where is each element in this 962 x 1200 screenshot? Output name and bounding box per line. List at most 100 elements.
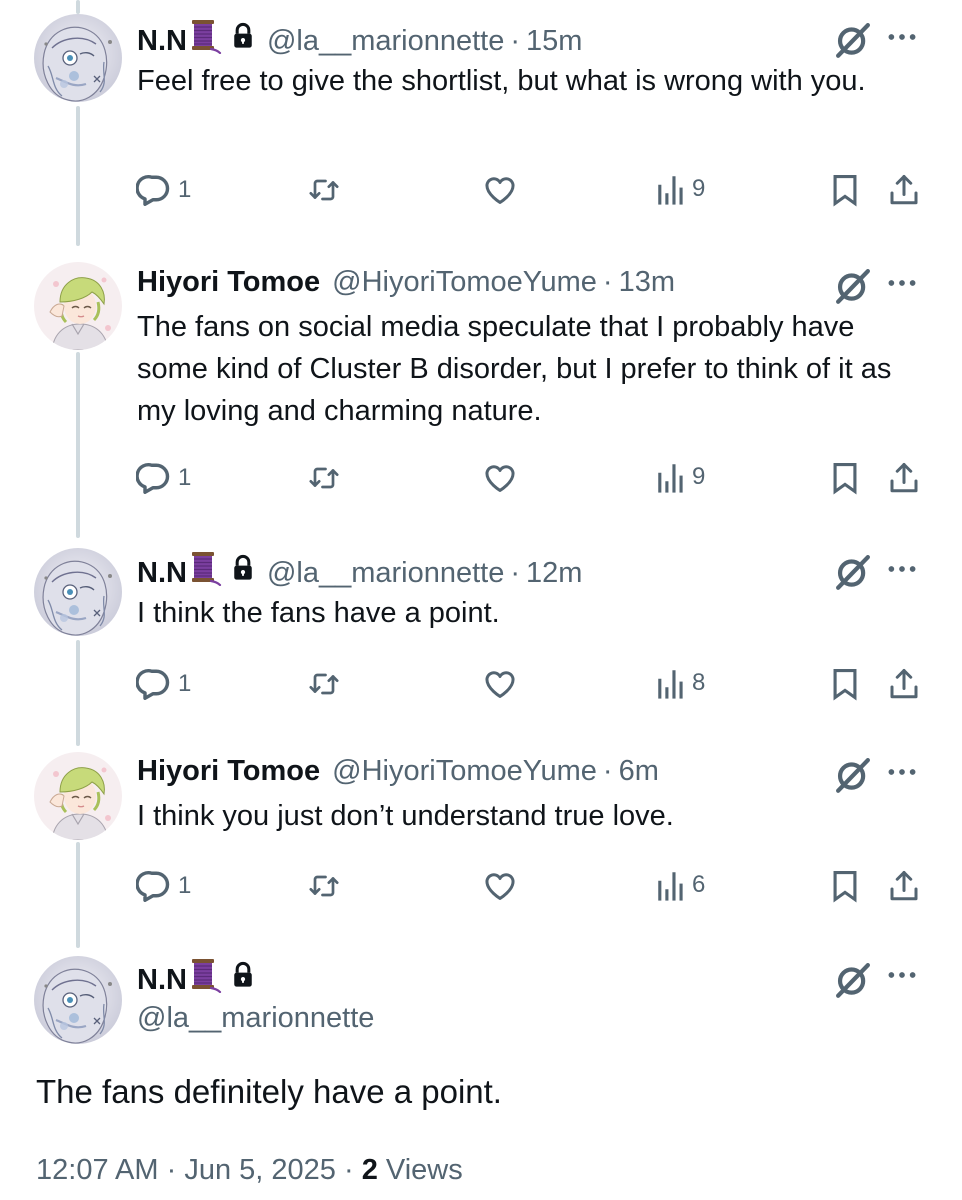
views-button[interactable]: 8 bbox=[656, 666, 705, 700]
retweet-button[interactable] bbox=[306, 172, 342, 208]
thread-connector bbox=[76, 352, 80, 538]
user-handle[interactable]: @HiyoriTomoeYume bbox=[332, 264, 597, 300]
display-name[interactable]: N.N bbox=[137, 962, 187, 998]
tweet-actions: 1 6 bbox=[136, 868, 926, 908]
views-button[interactable]: 6 bbox=[656, 868, 705, 902]
lock-icon bbox=[231, 22, 255, 59]
separator: · bbox=[510, 24, 521, 57]
avatar[interactable] bbox=[34, 956, 122, 1044]
bookmark-icon bbox=[828, 868, 862, 904]
heart-icon bbox=[482, 460, 518, 496]
share-button[interactable] bbox=[886, 460, 922, 496]
like-button[interactable] bbox=[482, 460, 518, 496]
thread-connector bbox=[76, 106, 80, 246]
share-icon bbox=[886, 868, 922, 904]
views-button[interactable]: 9 bbox=[656, 460, 705, 494]
display-name[interactable]: Hiyori Tomoe bbox=[137, 264, 320, 300]
views-count: 8 bbox=[692, 669, 706, 696]
lock-icon bbox=[231, 961, 255, 998]
reply-icon bbox=[136, 172, 172, 208]
avatar[interactable] bbox=[34, 752, 122, 840]
grok-icon[interactable] bbox=[832, 958, 874, 1007]
views-button[interactable]: 9 bbox=[656, 172, 705, 206]
user-handle[interactable]: @la__marionnette bbox=[267, 555, 504, 591]
views-icon bbox=[656, 666, 686, 700]
views-label: Views bbox=[385, 1154, 463, 1186]
tweet-author: N.N bbox=[137, 957, 255, 1002]
views-icon bbox=[656, 172, 686, 206]
retweet-button[interactable] bbox=[306, 460, 342, 496]
avatar[interactable] bbox=[34, 262, 122, 350]
user-handle[interactable]: @la__marionnette bbox=[137, 1000, 374, 1036]
tweet-text: I think the fans have a point. bbox=[137, 597, 500, 629]
tweet-header: N.N @la__marionnette · 12m bbox=[137, 550, 582, 595]
thread-connector bbox=[76, 0, 80, 14]
more-icon[interactable] bbox=[885, 958, 919, 997]
display-name[interactable]: Hiyori Tomoe bbox=[137, 753, 320, 789]
share-button[interactable] bbox=[886, 172, 922, 208]
retweet-icon bbox=[306, 172, 342, 208]
tweet-header: N.N @la__marionnette · 15m bbox=[137, 18, 582, 63]
thread-connector bbox=[76, 842, 80, 948]
more-icon[interactable] bbox=[885, 20, 919, 59]
share-icon bbox=[886, 172, 922, 208]
more-icon[interactable] bbox=[885, 552, 919, 591]
avatar[interactable] bbox=[34, 548, 122, 636]
like-button[interactable] bbox=[482, 666, 518, 702]
share-icon bbox=[886, 460, 922, 496]
bookmark-icon bbox=[828, 666, 862, 702]
avatar[interactable] bbox=[34, 14, 122, 102]
thread-spool-emoji bbox=[189, 18, 223, 63]
retweet-button[interactable] bbox=[306, 868, 342, 904]
heart-icon bbox=[482, 666, 518, 702]
share-icon bbox=[886, 666, 922, 702]
tweet-text: I think you just don’t understand true l… bbox=[137, 800, 674, 832]
views-count: 2 bbox=[361, 1154, 378, 1186]
user-handle[interactable]: @HiyoriTomoeYume bbox=[332, 753, 597, 789]
tweet-date[interactable]: Jun 5, 2025 bbox=[184, 1154, 336, 1186]
tweet-actions: 1 8 bbox=[136, 666, 926, 706]
tweet-time[interactable]: 15m bbox=[526, 23, 582, 59]
views-count: 9 bbox=[692, 175, 706, 202]
tweet-time[interactable]: 13m bbox=[619, 264, 675, 300]
share-button[interactable] bbox=[886, 868, 922, 904]
reply-icon bbox=[136, 868, 172, 904]
display-name[interactable]: N.N bbox=[137, 555, 187, 591]
reply-button[interactable]: 1 bbox=[136, 666, 191, 702]
thread-spool-emoji bbox=[189, 957, 223, 1002]
bookmark-button[interactable] bbox=[828, 868, 862, 904]
separator: · bbox=[602, 266, 613, 298]
tweet-actions: 1 9 bbox=[136, 460, 926, 500]
views-count: 6 bbox=[692, 871, 706, 898]
tweet-text: Feel free to give the shortlist, but wha… bbox=[137, 65, 866, 97]
retweet-icon bbox=[306, 666, 342, 702]
views-icon bbox=[656, 868, 686, 902]
display-name[interactable]: N.N bbox=[137, 23, 187, 59]
bookmark-button[interactable] bbox=[828, 172, 862, 208]
bookmark-icon bbox=[828, 172, 862, 208]
retweet-icon bbox=[306, 868, 342, 904]
reply-icon bbox=[136, 460, 172, 496]
reply-button[interactable]: 1 bbox=[136, 868, 191, 904]
tweet-actions: 1 9 bbox=[136, 172, 926, 212]
tweet-text: The fans on social media speculate that … bbox=[137, 311, 892, 427]
bookmark-button[interactable] bbox=[828, 460, 862, 496]
separator: · bbox=[343, 1154, 354, 1186]
more-icon[interactable] bbox=[885, 266, 919, 305]
retweet-icon bbox=[306, 460, 342, 496]
retweet-button[interactable] bbox=[306, 666, 342, 702]
reply-button[interactable]: 1 bbox=[136, 172, 191, 208]
user-handle[interactable]: @la__marionnette bbox=[267, 23, 504, 59]
share-button[interactable] bbox=[886, 666, 922, 702]
like-button[interactable] bbox=[482, 172, 518, 208]
tweet-time[interactable]: 6m bbox=[619, 753, 659, 789]
like-button[interactable] bbox=[482, 868, 518, 904]
reply-button[interactable]: 1 bbox=[136, 460, 191, 496]
more-icon[interactable] bbox=[885, 755, 919, 794]
tweet-time[interactable]: 12:07 AM bbox=[36, 1154, 159, 1186]
tweet-time[interactable]: 12m bbox=[526, 555, 582, 591]
heart-icon bbox=[482, 868, 518, 904]
heart-icon bbox=[482, 172, 518, 208]
tweet-header: Hiyori Tomoe @HiyoriTomoeYume · 6m bbox=[137, 753, 659, 789]
bookmark-button[interactable] bbox=[828, 666, 862, 702]
